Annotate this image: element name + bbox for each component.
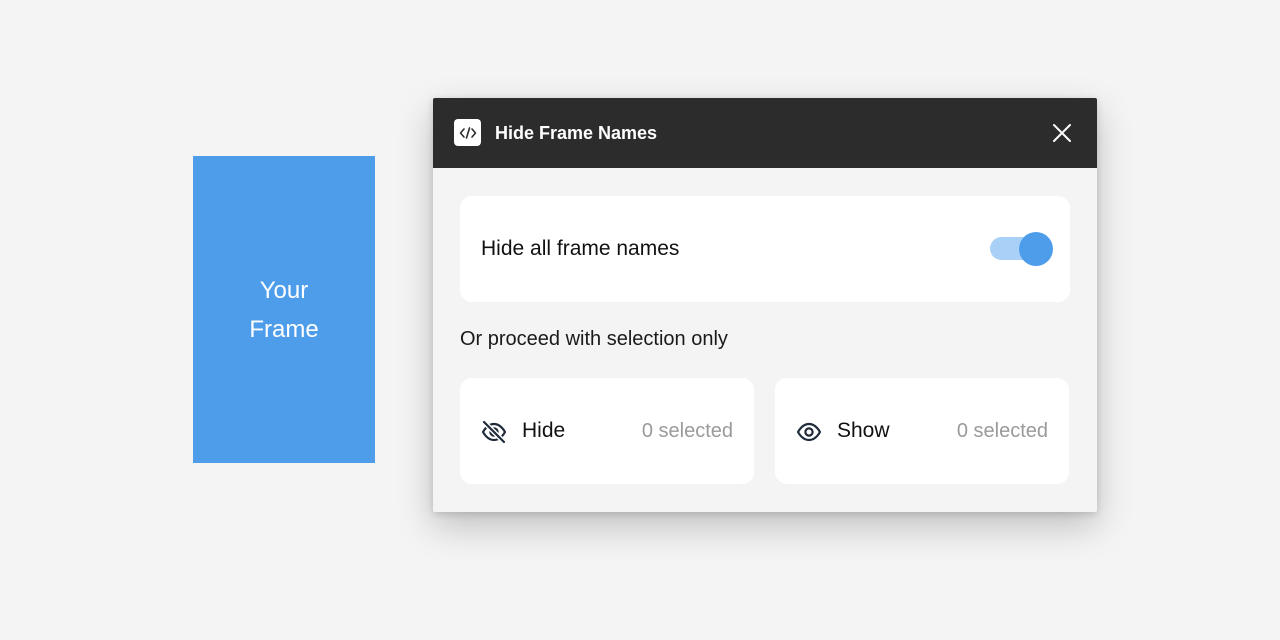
titlebar: Hide Frame Names (433, 98, 1097, 168)
code-icon (454, 119, 481, 146)
plugin-title: Hide Frame Names (495, 123, 658, 143)
hide-label: Hide (522, 419, 566, 442)
frame-label: Your Frame (249, 276, 319, 343)
show-label: Show (837, 419, 890, 442)
plugin-content: Hide all frame names Or proceed with sel… (433, 168, 1097, 512)
hide-selection-button[interactable]: Hide 0 selected (460, 378, 754, 484)
show-selected-count: 0 selected (956, 420, 1048, 442)
show-selection-button[interactable]: Show 0 selected (775, 378, 1069, 484)
eye-icon (796, 422, 822, 442)
hide-all-card: Hide all frame names (460, 196, 1070, 302)
selection-label: Or proceed with selection only (460, 328, 728, 350)
plugin-window: Hide Frame Names Hide all frame names Or… (433, 98, 1097, 512)
close-button[interactable] (1049, 120, 1075, 146)
toggle-knob (1019, 232, 1053, 266)
close-icon (1053, 124, 1071, 142)
eye-off-icon (481, 419, 507, 445)
hide-selected-count: 0 selected (641, 420, 733, 442)
hide-all-label: Hide all frame names (481, 237, 680, 260)
hide-all-toggle[interactable] (990, 232, 1054, 266)
your-frame[interactable]: Your Frame (193, 156, 375, 463)
